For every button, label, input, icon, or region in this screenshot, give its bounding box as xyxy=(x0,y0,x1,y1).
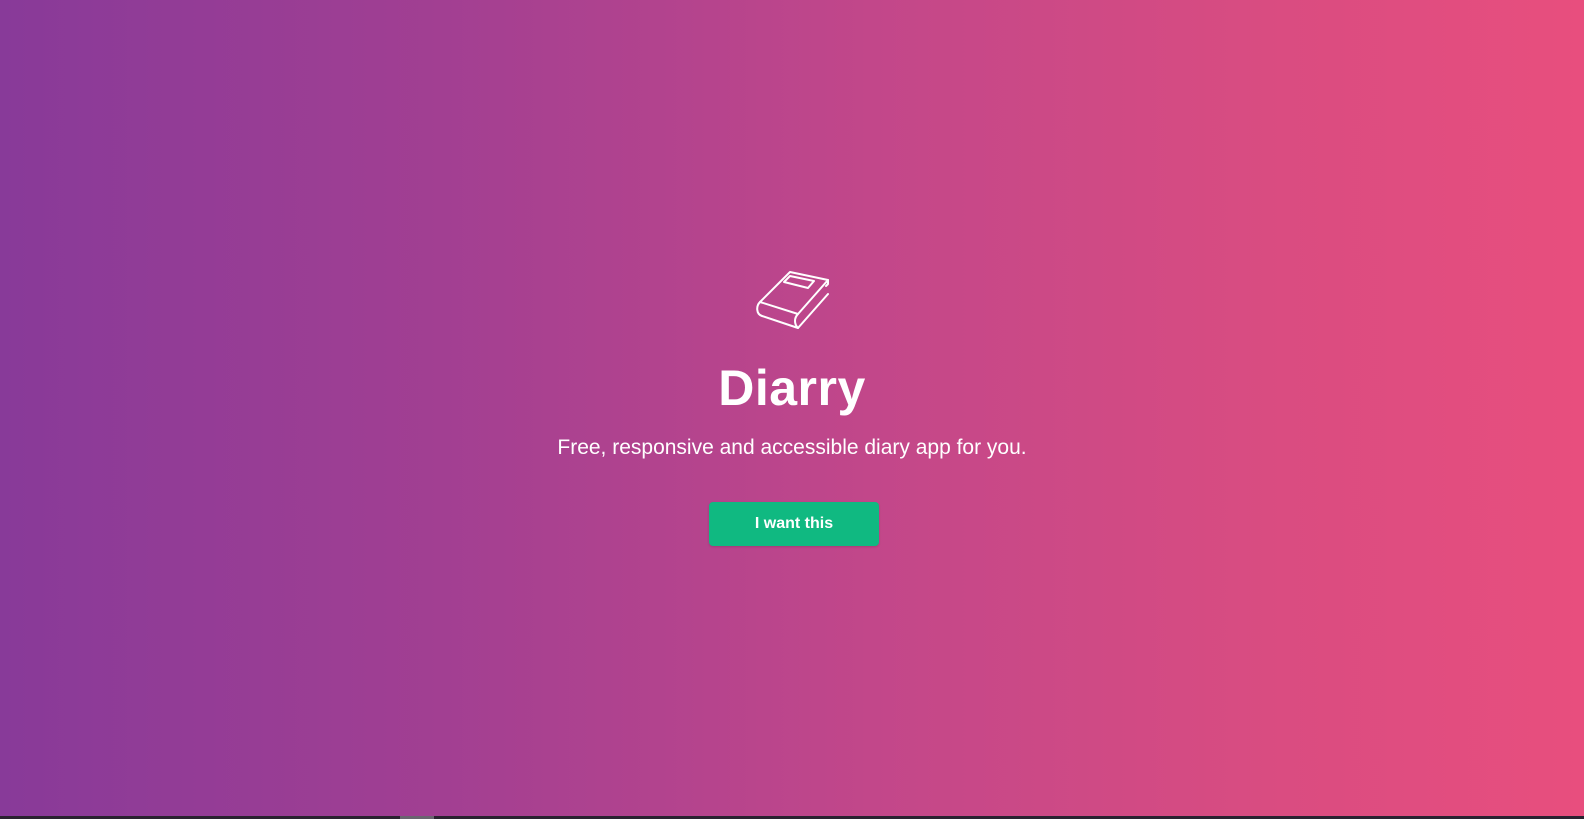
i-want-this-button[interactable]: I want this xyxy=(709,502,879,546)
hero-section: Diarry Free, responsive and accessible d… xyxy=(0,0,1584,816)
page-title: Diarry xyxy=(718,360,866,416)
tagline: Free, responsive and accessible diary ap… xyxy=(557,436,1027,459)
book-icon xyxy=(756,271,829,329)
